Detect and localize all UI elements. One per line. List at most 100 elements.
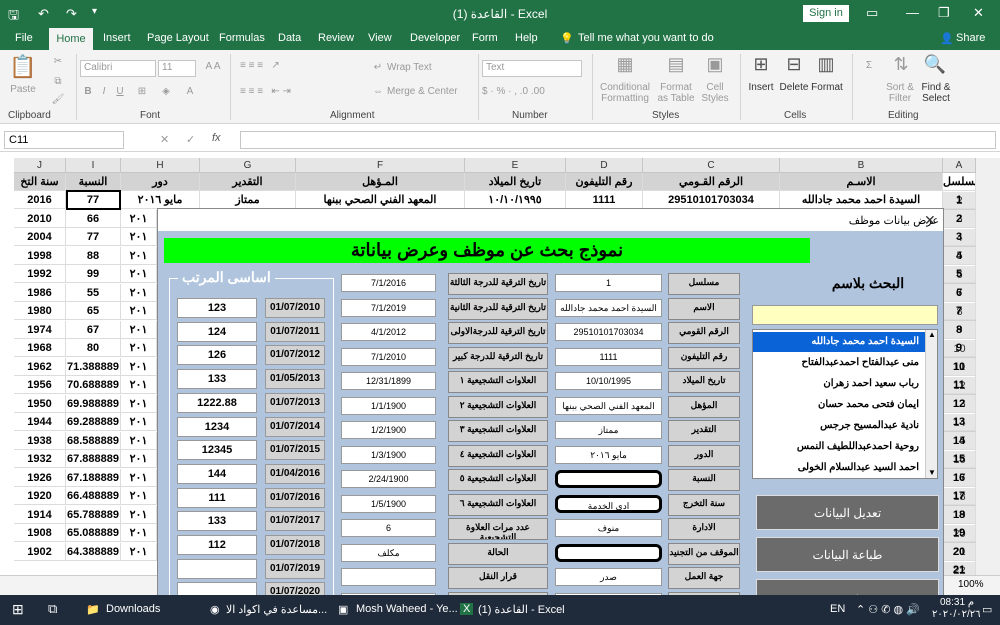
align-left-icons[interactable]: ≡ ≡ ≡ ⇤ ⇥ [240, 86, 350, 97]
cell-row2-h[interactable]: مايو ٢٠١٦ [121, 191, 200, 209]
column-header-e[interactable]: E [465, 158, 566, 173]
form-value-field[interactable] [555, 543, 662, 562]
salary-value-field[interactable]: 112 [177, 535, 257, 555]
cell-i[interactable]: 66 [66, 209, 121, 228]
cell-h[interactable]: ٢٠١ [121, 228, 157, 246]
taskbar-mosh[interactable]: Mosh Waheed - Ye... [356, 603, 458, 615]
cell-a[interactable]: 16 [943, 468, 976, 487]
close-window-icon[interactable]: ✕ [973, 5, 984, 21]
cancel-icon[interactable]: ✕ [160, 133, 169, 146]
cell-h[interactable]: ٢٠١ [121, 487, 157, 505]
sort-filter-button[interactable]: Sort & Filter [882, 82, 918, 104]
cell-i[interactable]: 65 [66, 302, 121, 320]
column-header-b[interactable]: B [780, 158, 943, 173]
cell-i[interactable]: 67.888889 [66, 450, 121, 468]
form-value-field[interactable]: 1111 [555, 347, 662, 366]
cell-j[interactable]: 1920 [14, 487, 66, 505]
salary-value-field[interactable]: 126 [177, 345, 257, 366]
bold-icon[interactable]: B [82, 86, 94, 97]
cell-header-d[interactable]: رقم التليفون [566, 173, 643, 191]
font-size-select[interactable]: 11 [158, 60, 196, 77]
tab-help[interactable]: Help [515, 32, 538, 44]
salary-value-field[interactable]: 1234 [177, 416, 257, 437]
vertical-scrollbar[interactable] [976, 158, 1000, 590]
merge-center-button[interactable]: Merge & Center [387, 86, 467, 97]
column-header-f[interactable]: F [296, 158, 465, 173]
cell-i[interactable]: 80 [66, 339, 121, 357]
paste-icon[interactable]: 📋 [8, 54, 38, 80]
cell-header-c[interactable]: الرقم القـومي [643, 173, 780, 191]
column-header-j[interactable]: J [14, 158, 66, 173]
fill-color-icon[interactable]: ◈ [158, 86, 174, 97]
cell-header-j[interactable]: سنة التخ [14, 173, 66, 191]
employee-list-item[interactable]: رباب سعيد احمد زهران [753, 374, 925, 394]
form-value-field[interactable]: ادي الخدمة [555, 494, 662, 513]
cell-header-i[interactable]: النسبة [66, 173, 121, 191]
cell-j[interactable]: 1902 [14, 542, 66, 561]
clock-date[interactable]: ٢٠٢٠/٠٢/٢٦ [932, 609, 981, 620]
taskbar-downloads[interactable]: Downloads [106, 603, 160, 615]
column-header-c[interactable]: C [643, 158, 780, 173]
cell-j[interactable]: 2004 [14, 228, 66, 246]
print-data-button[interactable]: طباعة البيانات [756, 537, 939, 572]
delete-cells-button[interactable]: Delete [778, 82, 810, 93]
cell-h[interactable]: ٢٠١ [121, 209, 157, 228]
employee-list-item[interactable]: روحية احمدعبداللطيف النمس [753, 437, 925, 457]
salary-value-field[interactable]: 133 [177, 511, 257, 532]
cell-j[interactable]: 1908 [14, 524, 66, 542]
cell-i[interactable]: 99 [66, 265, 121, 283]
cell-i[interactable]: 88 [66, 246, 121, 265]
cell-a[interactable]: 2 [943, 209, 976, 228]
form-value-field[interactable]: صدر [555, 568, 662, 586]
salary-value-field[interactable]: 123 [177, 298, 257, 318]
mid-value-field[interactable]: 12/31/1899 [341, 372, 436, 390]
cell-i[interactable]: 55 [66, 283, 121, 302]
salary-value-field[interactable]: 12345 [177, 440, 257, 461]
cell-i[interactable]: 64.388889 [66, 542, 121, 561]
font-name-select[interactable]: Calibri [80, 60, 156, 77]
salary-value-field[interactable]: 1222.88 [177, 392, 257, 413]
cell-a[interactable]: 5 [943, 265, 976, 283]
align-top-icons[interactable]: ≡ ≡ ≡ ↗ [240, 60, 350, 71]
format-painter-icon[interactable]: 🖌 [48, 94, 68, 105]
column-header-i[interactable]: I [66, 158, 121, 173]
number-format-icons[interactable]: $ · % · , .0 .00 [482, 86, 582, 97]
form-value-field[interactable]: السيدة احمد محمد جادالله [555, 298, 662, 317]
cell-h[interactable]: ٢٠١ [121, 357, 157, 376]
cell-row2-j[interactable]: 2016 [14, 191, 66, 209]
mid-value-field[interactable]: 2/24/1900 [341, 470, 436, 488]
cell-header-e[interactable]: تاريخ الميلاد [465, 173, 566, 191]
mid-value-field[interactable]: 1/3/1900 [341, 445, 436, 464]
form-value-field[interactable]: 10/10/1995 [555, 372, 662, 390]
cell-row2-d[interactable]: 1111 [566, 191, 643, 209]
search-name-input[interactable] [752, 305, 938, 325]
tray-icons[interactable]: ⌃ ⚇ ✆ ◍ 🔊 [856, 603, 920, 616]
form-value-field[interactable]: منوف [555, 519, 662, 537]
cell-a[interactable]: 3 [943, 228, 976, 246]
taskbar-chrome[interactable]: مساعدة في اكواد الا... [226, 603, 327, 616]
cell-j[interactable]: 1944 [14, 413, 66, 431]
cell-i[interactable]: 69.988889 [66, 394, 121, 413]
tab-formulas[interactable]: Formulas [219, 32, 265, 44]
cell-h[interactable]: ٢٠١ [121, 542, 157, 561]
salary-value-field[interactable]: 124 [177, 321, 257, 342]
insert-cells-button[interactable]: Insert [746, 82, 776, 93]
cell-a[interactable]: 17 [943, 487, 976, 505]
employee-list-item[interactable]: ايمان فتحى محمد حسان [753, 395, 925, 415]
enter-icon[interactable]: ✓ [186, 133, 195, 146]
cell-j[interactable]: 1932 [14, 450, 66, 468]
name-box[interactable]: C11 [4, 131, 124, 149]
tab-developer[interactable]: Developer [410, 32, 460, 44]
underline-icon[interactable]: U [114, 86, 126, 97]
number-format-select[interactable]: Text [482, 60, 582, 77]
edit-data-button[interactable]: تعديل البيانات [756, 495, 939, 530]
cell-header-b[interactable]: الاسـم [780, 173, 943, 191]
cell-j[interactable]: 1968 [14, 339, 66, 357]
listbox-scrollbar[interactable]: ▲ ▼ [925, 330, 937, 478]
mid-value-field[interactable]: 7/1/2010 [341, 347, 436, 366]
mid-value-field[interactable]: 7/1/2019 [341, 298, 436, 317]
format-as-table-button[interactable]: Format as Table [654, 82, 698, 104]
mid-value-field[interactable]: 1/2/1900 [341, 421, 436, 439]
cell-j[interactable]: 1974 [14, 320, 66, 339]
cell-h[interactable]: ٢٠١ [121, 431, 157, 450]
